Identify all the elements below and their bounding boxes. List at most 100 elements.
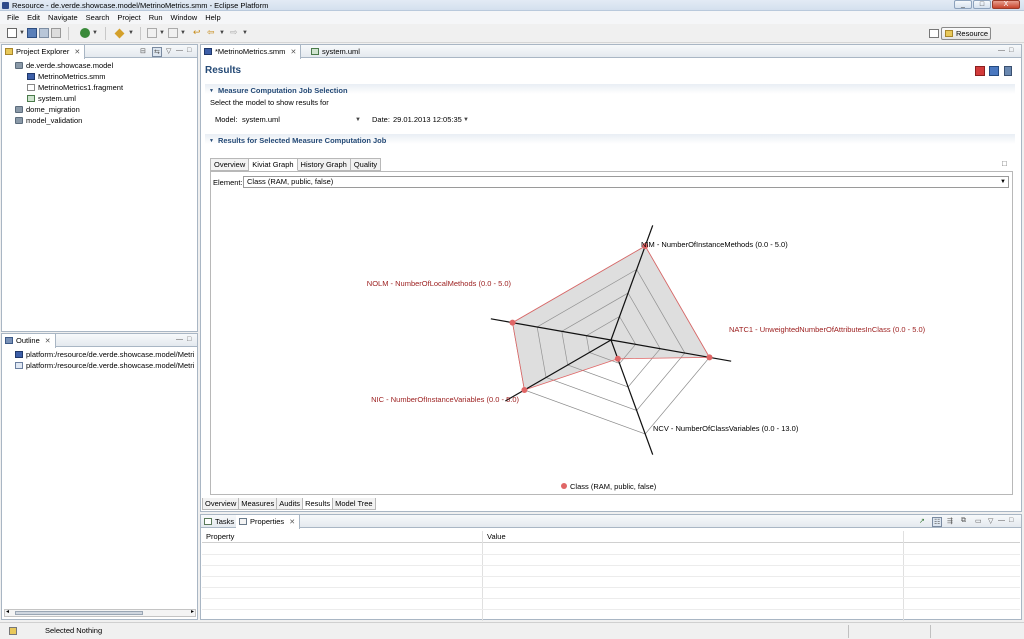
maximize-view-icon[interactable]: □	[1009, 517, 1013, 524]
close-tab-icon[interactable]: ✕	[289, 519, 295, 526]
tab-system-uml[interactable]: system.uml	[308, 45, 364, 58]
save-all-icon[interactable]	[39, 28, 49, 38]
minimize-view-icon[interactable]: —	[998, 517, 1005, 524]
external-tools-icon[interactable]	[114, 28, 125, 39]
print-icon[interactable]	[51, 28, 61, 38]
minimize-button[interactable]: _	[954, 0, 972, 9]
maximize-view-icon[interactable]: □	[1009, 47, 1013, 54]
outline-item[interactable]: platform:/resource/de.verde.showcase.mod…	[15, 349, 194, 360]
open-perspective-icon[interactable]	[929, 29, 939, 38]
view-menu-icon[interactable]: ▽	[988, 517, 993, 525]
tab-overview[interactable]: Overview	[210, 158, 250, 171]
scroll-thumb[interactable]	[15, 611, 143, 615]
categories-icon[interactable]: ☷	[932, 517, 943, 527]
close-button[interactable]: X	[992, 0, 1020, 9]
page-tab-model-tree[interactable]: Model Tree	[333, 498, 376, 510]
model-dropdown-icon[interactable]: ▼	[355, 117, 361, 123]
page-tab-audits[interactable]: Audits	[277, 498, 304, 510]
prev-annotation-dropdown-icon[interactable]: ▼	[180, 30, 186, 36]
collapse-all-icon[interactable]: ⊟	[140, 47, 146, 55]
last-edit-icon[interactable]: ↩	[193, 28, 203, 38]
scroll-right-icon[interactable]: ▸	[191, 608, 194, 615]
date-dropdown-icon[interactable]: ▼	[463, 117, 469, 123]
perspective-resource-button[interactable]: Resource	[941, 27, 991, 40]
tree-item-dome-migration[interactable]: dome_migration	[15, 104, 80, 115]
menu-search[interactable]: Search	[82, 11, 114, 24]
tab-tasks[interactable]: Tasks	[201, 515, 238, 528]
minimize-view-icon[interactable]: —	[176, 47, 183, 54]
tab-kiviat-graph[interactable]: Kiviat Graph	[249, 158, 298, 171]
view-menu-icon[interactable]: ▽	[166, 47, 171, 55]
close-tab-icon[interactable]: ✕	[45, 338, 51, 345]
menu-navigate[interactable]: Navigate	[44, 11, 82, 24]
menu-help[interactable]: Help	[201, 11, 224, 24]
tree-item-metrinometrics-smm[interactable]: MetrinoMetrics.smm	[27, 71, 106, 82]
window-title: Resource - de.verde.showcase.model/Metri…	[12, 1, 269, 10]
results-section-title[interactable]: Results for Selected Measure Computation…	[209, 136, 386, 145]
forward-icon[interactable]: ⇨	[230, 28, 240, 38]
prev-annotation-icon[interactable]	[168, 28, 178, 38]
column-property[interactable]: Property	[206, 531, 234, 543]
run-icon[interactable]	[80, 28, 90, 38]
element-dropdown-icon[interactable]: ▼	[1000, 177, 1006, 187]
forward-dropdown-icon[interactable]: ▼	[242, 30, 248, 36]
model-combo[interactable]: system.uml	[242, 115, 280, 124]
link-with-editor-icon[interactable]: ⇆	[152, 47, 162, 57]
tree-item-de-verde-showcase-model[interactable]: de.verde.showcase.model	[15, 60, 113, 71]
refresh-icon[interactable]	[1004, 66, 1012, 76]
tree-item-model-validation[interactable]: model_validation	[15, 115, 82, 126]
maximize-results-icon[interactable]: □	[1002, 159, 1007, 168]
back-dropdown-icon[interactable]: ▼	[219, 30, 225, 36]
horizontal-scrollbar[interactable]: ◂ ▸	[4, 609, 196, 617]
element-combo[interactable]: Class (RAM, public, false) ▼	[243, 176, 1009, 188]
close-tab-icon[interactable]: ✕	[74, 49, 80, 56]
new-icon[interactable]	[7, 28, 17, 38]
outline-tabbar: Outline ✕ — □	[2, 334, 197, 348]
column-value[interactable]: Value	[487, 531, 506, 543]
page-title: Results	[205, 65, 242, 76]
tab-properties[interactable]: Properties ✕	[236, 515, 301, 529]
tab-outline[interactable]: Outline ✕	[2, 334, 56, 348]
outline-item-label: platform:/resource/de.verde.showcase.mod…	[26, 350, 195, 359]
menu-run[interactable]: Run	[145, 11, 167, 24]
date-combo[interactable]: 29.01.2013 12:05:35	[393, 115, 462, 124]
scroll-left-icon[interactable]: ◂	[6, 608, 9, 615]
back-icon[interactable]: ⇦	[207, 28, 217, 38]
tree-item-system-uml[interactable]: system.uml	[27, 93, 76, 104]
minimize-view-icon[interactable]: —	[998, 47, 1005, 54]
filter-icon[interactable]: ⇶	[947, 517, 953, 525]
maximize-view-icon[interactable]: □	[187, 47, 191, 54]
results-tabs: Overview Kiviat Graph History Graph Qual…	[210, 158, 382, 171]
menu-project[interactable]: Project	[113, 11, 144, 24]
job-selection-section-title[interactable]: Measure Computation Job Selection	[209, 86, 348, 95]
page-tab-measures[interactable]: Measures	[239, 498, 278, 510]
tab-project-explorer[interactable]: Project Explorer ✕	[2, 45, 86, 59]
maximize-view-icon[interactable]: □	[187, 336, 191, 343]
minimize-view-icon[interactable]: —	[176, 336, 183, 343]
advanced-icon[interactable]: ⧉	[961, 517, 966, 525]
annotation-dropdown-icon[interactable]: ▼	[159, 30, 165, 36]
menu-file[interactable]: File	[3, 11, 23, 24]
menu-edit[interactable]: Edit	[23, 11, 44, 24]
close-tab-icon[interactable]: ✕	[290, 49, 296, 56]
menu-window[interactable]: Window	[167, 11, 202, 24]
tab-quality[interactable]: Quality	[350, 158, 382, 171]
page-tab-results[interactable]: Results	[303, 498, 334, 510]
restore-default-icon[interactable]: ▭	[975, 517, 982, 525]
next-annotation-icon[interactable]	[147, 28, 157, 38]
export-report-icon[interactable]	[989, 66, 999, 76]
pin-view-icon[interactable]: ↗	[919, 517, 925, 525]
new-dropdown-icon[interactable]: ▼	[19, 30, 25, 36]
page-tab-overview[interactable]: Overview	[202, 498, 240, 510]
export-pdf-icon[interactable]	[975, 66, 985, 76]
model-label: Model:	[215, 115, 238, 124]
tree-item-metrinometrics1-fragment[interactable]: MetrinoMetrics1.fragment	[27, 82, 123, 93]
save-icon[interactable]	[27, 28, 37, 38]
tab-metrinometrics-smm[interactable]: *MetrinoMetrics.smm ✕	[201, 45, 302, 59]
tools-dropdown-icon[interactable]: ▼	[128, 30, 134, 36]
outline-item[interactable]: platform:/resource/de.verde.showcase.mod…	[15, 360, 194, 371]
tab-history-graph[interactable]: History Graph	[297, 158, 351, 171]
run-dropdown-icon[interactable]: ▼	[92, 30, 98, 36]
smm-file-icon	[27, 73, 35, 80]
maximize-button[interactable]: □	[973, 0, 991, 9]
